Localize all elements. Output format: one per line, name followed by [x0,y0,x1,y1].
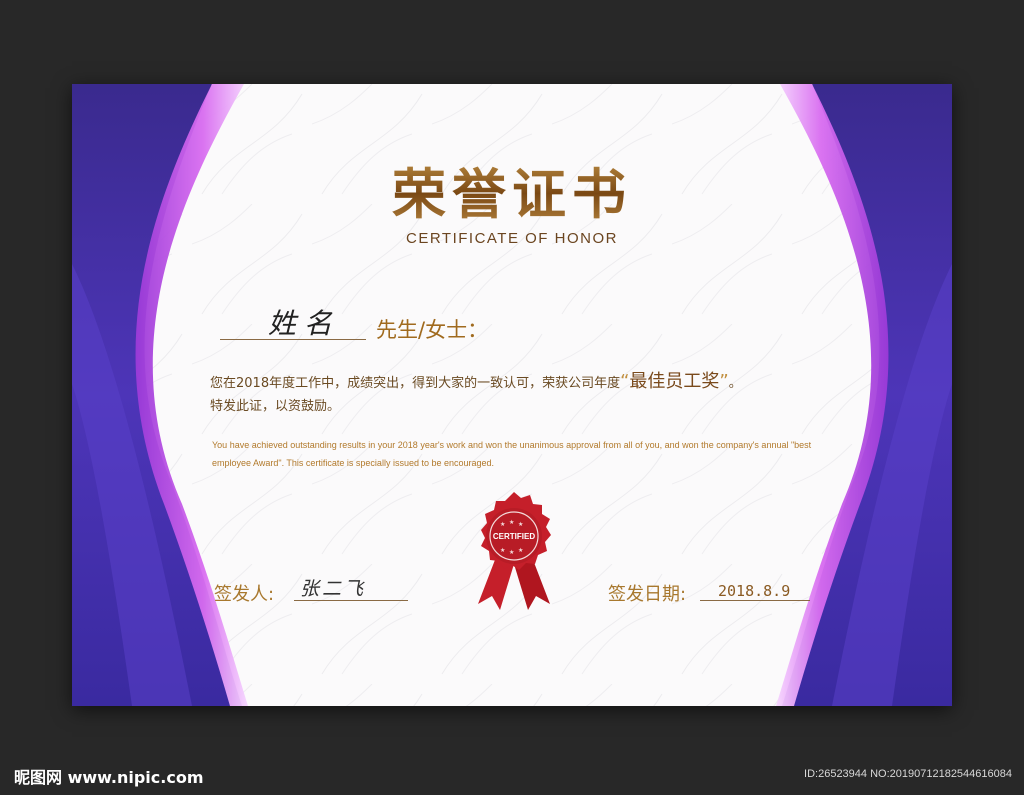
svg-text:★: ★ [518,547,523,554]
name-underline [220,339,366,340]
body-chinese: 您在2018年度工作中，成绩突出，得到大家的一致认可，荣获公司年度“最佳员工奖”… [210,370,850,418]
image-id: ID:26523944 NO:20190712182544616084 [804,768,1012,780]
issue-date: 2018.8.9 [718,582,791,600]
svg-text:★: ★ [509,519,514,526]
issuer-signature: 张二飞 [300,578,367,600]
nipic-watermark: 昵图网 www.nipic.com [14,768,204,787]
recipient-name: 姓名 [268,307,341,340]
date-label: 签发日期: [608,584,687,605]
award-name: 最佳员工奖 [629,371,720,392]
seal-icon: ★ ★ ★ ★ ★ ★ CERTIFIED [478,492,551,610]
body-cn-line2: 特发此证，以资鼓励。 [210,399,341,414]
award-highlight: “最佳员工奖” [620,371,729,392]
body-cn-prefix: 您在2018年度工作中，成绩突出，得到大家的一致认可，荣获公司年度 [210,376,621,391]
honorific-label: 先生/女士： [376,318,489,342]
svg-text:★: ★ [509,549,514,556]
svg-text:★: ★ [500,547,505,554]
certificate-subtitle: CERTIFICATE OF HONOR [406,230,618,247]
seal-text: CERTIFIED [493,532,535,541]
date-underline [700,600,810,601]
svg-text:★: ★ [518,521,523,528]
body-english: You have achieved outstanding results in… [212,440,812,468]
award-close-quote: ” [719,371,729,392]
issuer-underline [294,600,408,601]
certificate-title: 荣誉证书 [72,150,952,229]
body-cn-suffix: 。 [728,376,742,391]
certified-seal: ★ ★ ★ ★ ★ ★ CERTIFIED [458,492,570,616]
certificate: 荣誉证书 CERTIFICATE OF HONOR 姓名 先生/女士： 您在20… [72,84,952,706]
svg-text:★: ★ [500,521,505,528]
issuer-label: 签发人: [214,584,275,605]
